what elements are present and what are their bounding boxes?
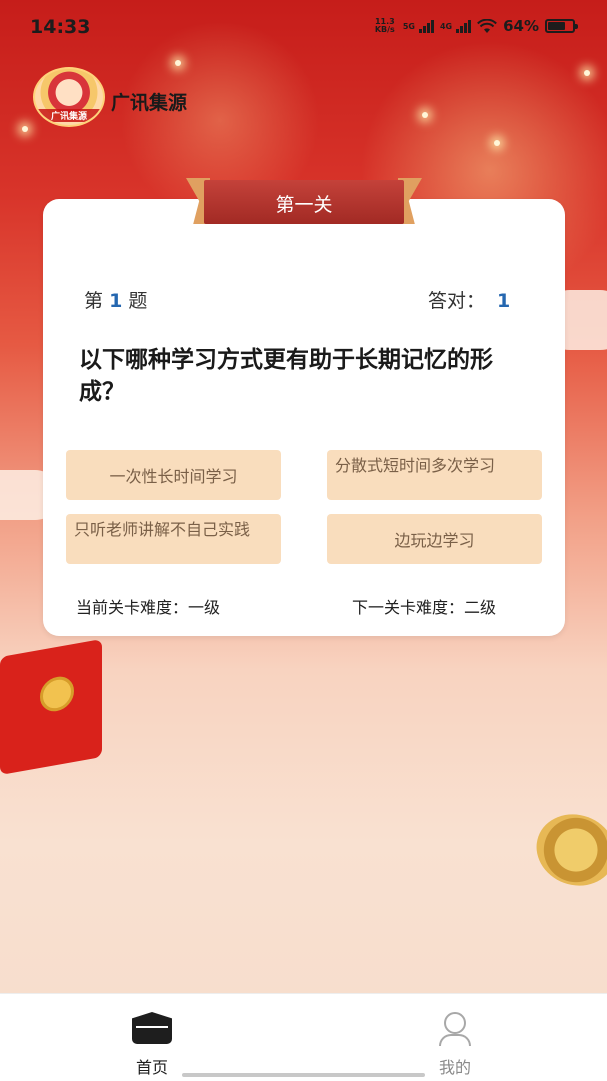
level-title: 第一关 bbox=[275, 194, 333, 216]
option-4-button[interactable]: 边玩边学习 bbox=[327, 514, 542, 564]
sim1-type: 5G bbox=[402, 21, 415, 31]
gold-coin-decoration bbox=[526, 803, 607, 897]
status-bar: 14:33 11.3 KB/s 5G 4G 64% bbox=[0, 0, 607, 56]
next-difficulty: 下一关卡难度：二级 bbox=[352, 598, 497, 617]
app-name: 广讯集源 bbox=[111, 92, 188, 114]
nav-item-mine[interactable]: 我的 bbox=[375, 994, 535, 1081]
signal-icon bbox=[456, 19, 472, 33]
firework-spark bbox=[175, 60, 181, 66]
correct-count: 答对： 1 bbox=[428, 286, 510, 313]
nav-item-home[interactable]: 首页 bbox=[72, 994, 232, 1081]
firework-spark bbox=[422, 112, 428, 118]
firework-spark bbox=[22, 126, 28, 132]
signal-icon bbox=[418, 19, 434, 33]
bottom-nav: 首页 我的 bbox=[0, 993, 607, 1081]
correct-label: 答对： bbox=[428, 290, 486, 312]
status-icons: 11.3 KB/s 5G 4G 64% bbox=[373, 17, 578, 35]
profile-icon-head bbox=[444, 1012, 466, 1034]
sim2-type: 4G bbox=[439, 21, 453, 31]
question-suffix: 题 bbox=[128, 290, 148, 312]
level-banner: 第一关 bbox=[186, 178, 422, 224]
firework-spark bbox=[494, 140, 500, 146]
status-time: 14:33 bbox=[30, 16, 91, 38]
network-speed-unit: KB/s bbox=[374, 25, 395, 34]
option-3-button[interactable]: 只听老师讲解不自己实践 bbox=[66, 514, 281, 564]
question-number: 第 1 题 bbox=[84, 286, 147, 313]
avatar-label: 广讯集源 bbox=[35, 109, 103, 122]
app-avatar[interactable]: 广讯集源 bbox=[33, 67, 105, 127]
wifi-icon bbox=[477, 18, 498, 33]
current-difficulty: 当前关卡难度：一级 bbox=[76, 598, 221, 617]
question-number-value: 1 bbox=[109, 290, 123, 312]
option-1-button[interactable]: 一次性长时间学习 bbox=[66, 450, 281, 500]
envelope-seal bbox=[40, 673, 74, 714]
question-text: 以下哪种学习方式更有助于长期记忆的形成？ bbox=[79, 347, 493, 405]
home-icon bbox=[132, 1012, 172, 1044]
red-envelope-decoration bbox=[0, 639, 102, 775]
profile-icon-shoulders bbox=[439, 1034, 471, 1046]
battery-icon bbox=[545, 19, 578, 33]
battery-percent: 64% bbox=[503, 17, 539, 35]
question-prefix: 第 bbox=[84, 290, 104, 312]
battery-fill bbox=[548, 22, 565, 30]
network-speed: 11.3 KB/s bbox=[373, 18, 397, 34]
home-indicator[interactable] bbox=[182, 1073, 425, 1077]
profile-icon bbox=[439, 1012, 471, 1046]
firework-spark bbox=[584, 70, 590, 76]
option-2-button[interactable]: 分散式短时间多次学习 bbox=[327, 450, 542, 500]
quiz-card bbox=[43, 199, 565, 636]
correct-count-value: 1 bbox=[497, 290, 511, 312]
